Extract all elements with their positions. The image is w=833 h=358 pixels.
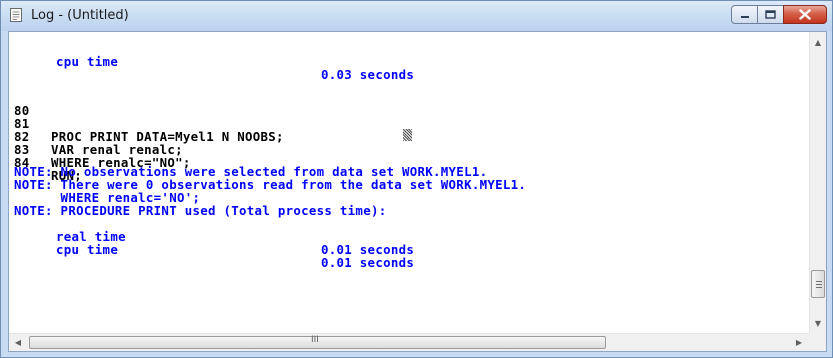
log-line: cpu time 0.03 seconds — [14, 42, 414, 81]
horizontal-scroll-thumb[interactable]: III — [29, 335, 606, 349]
log-note: NOTE: PROCEDURE PRINT used (Total proces… — [14, 203, 387, 218]
arrow-right-icon: ▶ — [795, 337, 803, 347]
minimize-icon — [740, 15, 749, 18]
log-window: Log - (Untitled) cpu time 0.03 seconds 8… — [0, 0, 833, 358]
scroll-right-button[interactable]: ▶ — [791, 334, 807, 350]
scrollbar-corner — [809, 333, 826, 351]
log-client-area: cpu time 0.03 seconds 80 81 PROC PRINT D… — [8, 31, 827, 352]
title-bar[interactable]: Log - (Untitled) — [1, 1, 832, 31]
log-line: 81 PROC PRINT DATA=Myel1 N NOOBS; — [14, 104, 283, 143]
grip-line — [816, 284, 822, 285]
arrow-up-icon: ▲ — [814, 37, 822, 47]
arrow-left-icon: ◀ — [14, 337, 22, 347]
log-line: 83 WHERE renalc="NO"; — [14, 130, 190, 169]
log-value: 0.01 seconds — [321, 255, 415, 270]
close-icon — [799, 9, 811, 20]
minimize-button[interactable] — [731, 5, 758, 24]
log-line: 84 RUN; — [14, 143, 82, 182]
horizontal-scrollbar[interactable]: ◀ III ▶ — [9, 333, 809, 351]
scroll-down-button[interactable]: ▼ — [810, 315, 826, 331]
log-document-icon — [10, 8, 22, 22]
grip-line — [816, 287, 822, 288]
log-text-area[interactable]: cpu time 0.03 seconds 80 81 PROC PRINT D… — [9, 32, 809, 333]
vertical-scroll-thumb[interactable] — [811, 270, 825, 298]
caption-buttons — [731, 5, 827, 25]
scroll-left-button[interactable]: ◀ — [10, 334, 26, 350]
maximize-button[interactable] — [757, 5, 784, 24]
log-line: real time 0.01 seconds — [14, 217, 414, 256]
log-text: cpu time — [56, 242, 119, 257]
log-text: cpu time — [56, 54, 119, 69]
scroll-up-button[interactable]: ▲ — [810, 34, 826, 50]
thumb-grip-icon: III — [311, 335, 319, 345]
text-cursor — [403, 129, 412, 141]
maximize-icon — [765, 10, 776, 19]
log-value: 0.03 seconds — [321, 67, 415, 82]
log-line: cpu time 0.01 seconds — [14, 230, 414, 269]
log-line: 82 VAR renal renalc; — [14, 117, 183, 156]
close-button[interactable] — [783, 5, 827, 24]
arrow-down-icon: ▼ — [814, 318, 822, 328]
vertical-scrollbar[interactable]: ▲ ▼ — [809, 32, 826, 333]
log-line: 80 — [14, 91, 76, 117]
grip-line — [816, 281, 822, 282]
window-title: Log - (Untitled) — [31, 8, 129, 23]
